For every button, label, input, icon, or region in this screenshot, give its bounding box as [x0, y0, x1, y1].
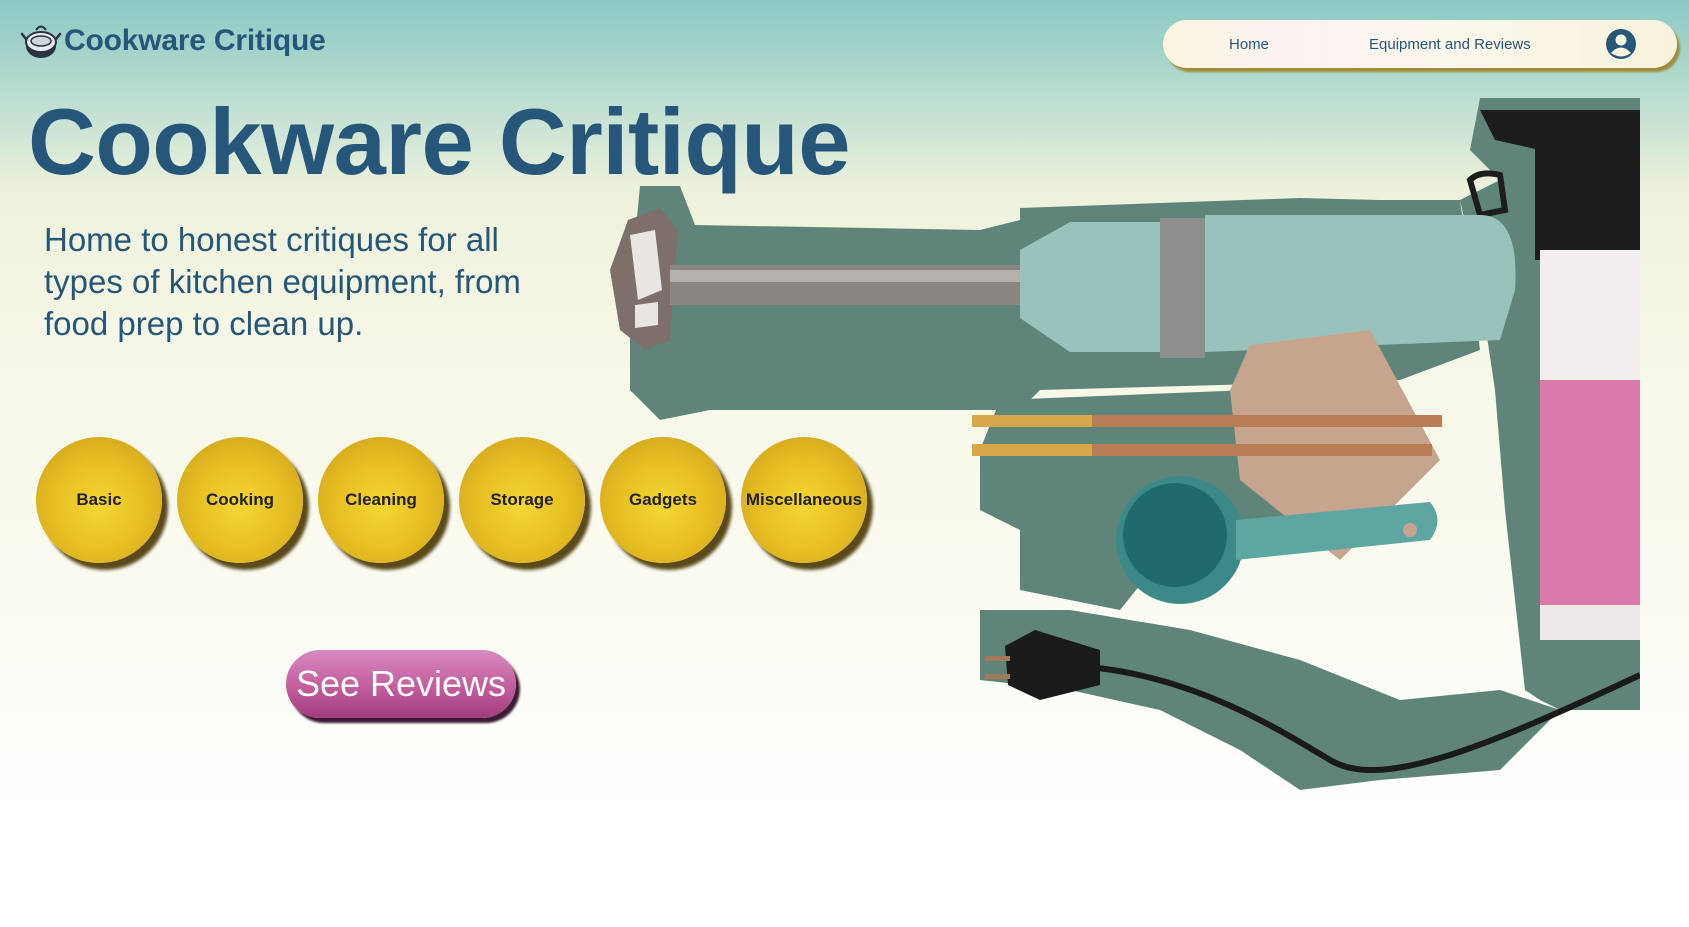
main-nav: Home Equipment and Reviews [1163, 20, 1677, 68]
nav-equipment-link[interactable]: Equipment and Reviews [1369, 36, 1531, 53]
user-circle-icon[interactable] [1604, 27, 1638, 61]
brand-name: Cookware Critique [64, 24, 326, 57]
see-reviews-button[interactable]: See Reviews [286, 650, 516, 718]
nav-home-link[interactable]: Home [1229, 36, 1269, 53]
cooking-pot-logo-icon [20, 25, 62, 58]
category-basic-button[interactable]: Basic [36, 437, 162, 563]
category-storage-button[interactable]: Storage [459, 437, 585, 563]
category-cooking-button[interactable]: Cooking [177, 437, 303, 563]
category-cleaning-button[interactable]: Cleaning [318, 437, 444, 563]
hero-tagline: Home to honest critiques for all types o… [44, 221, 521, 342]
brand[interactable]: Cookware Critique [20, 20, 326, 62]
kitchen-equipment-collage-icon [610, 98, 1640, 790]
